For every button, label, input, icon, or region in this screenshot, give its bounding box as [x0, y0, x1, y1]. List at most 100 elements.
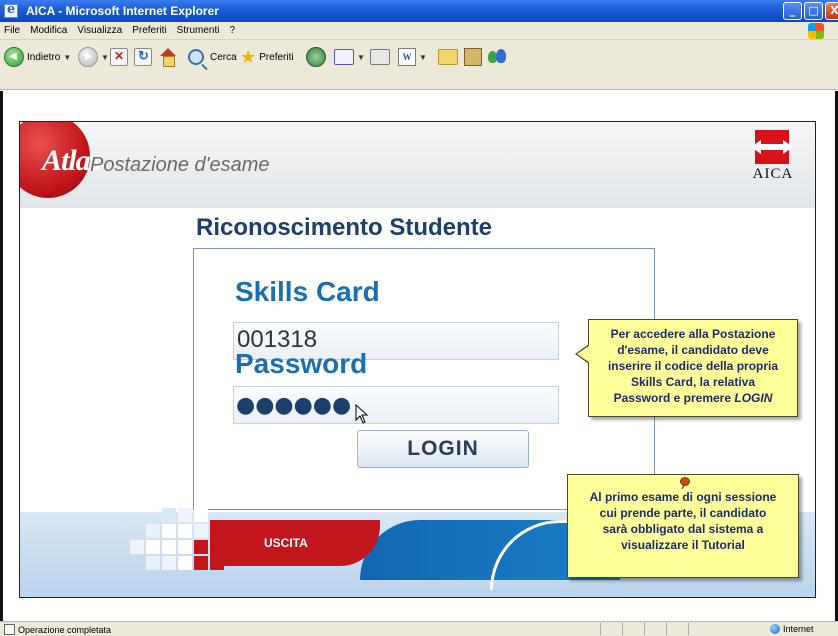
status-separator — [644, 623, 666, 635]
research-button[interactable] — [464, 44, 482, 70]
star-icon: ★ — [240, 47, 257, 67]
menu-modifica[interactable]: Modifica — [30, 25, 67, 36]
login-hint-line: Password e premere — [613, 391, 732, 405]
forward-arrow-icon — [78, 47, 98, 67]
ie-app-icon — [4, 2, 18, 18]
favorites-label: Preferiti — [259, 51, 294, 63]
chevron-down-icon: ▼ — [419, 52, 427, 62]
skills-card-label: Skills Card — [235, 276, 380, 307]
chevron-down-icon: ▼ — [357, 52, 365, 62]
mail-button[interactable]: ▼ — [334, 44, 365, 70]
research-icon — [464, 48, 482, 66]
home-button[interactable] — [158, 44, 178, 70]
mosaic-tile — [162, 540, 176, 554]
viewport-left-border — [0, 91, 3, 621]
print-button[interactable] — [370, 44, 390, 70]
stop-button[interactable] — [110, 44, 128, 70]
mosaic-tile — [162, 556, 176, 570]
aica-arrow-icon — [751, 140, 793, 154]
password-masked-value: ●●●●●● — [236, 393, 352, 418]
messenger-button[interactable] — [488, 44, 508, 70]
status-separator — [600, 623, 622, 635]
tutorial-hint-line: sarà obbligato dal sistema a — [602, 522, 764, 536]
media-icon — [306, 47, 326, 67]
search-button[interactable]: Cerca — [188, 44, 237, 70]
folder-icon — [438, 49, 458, 65]
edit-word-button[interactable]: W ▼ — [398, 44, 427, 70]
tutorial-hint-line: Al primo esame di ogni sessione — [589, 490, 777, 504]
browser-toolbar: Indietro ▼ ▼ Cerca ★ Preferiti ▼ W ▼ — [0, 40, 838, 90]
status-separator — [666, 623, 688, 635]
mosaic-tile — [178, 508, 192, 522]
globe-icon — [770, 624, 780, 634]
search-label: Cerca — [210, 51, 237, 63]
mosaic-tile — [130, 540, 144, 554]
menu-preferiti[interactable]: Preferiti — [132, 25, 166, 36]
login-hint-line: d'esame, il candidato deve — [617, 343, 769, 357]
stop-icon — [110, 48, 128, 66]
menu-visualizza[interactable]: Visualizza — [77, 25, 122, 36]
folder-button[interactable] — [438, 44, 458, 70]
menu-strumenti[interactable]: Strumenti — [177, 25, 220, 36]
print-icon — [370, 49, 390, 65]
mosaic-tile — [146, 540, 160, 554]
mosaic-tile — [194, 556, 208, 570]
login-hint-line: Per accedere alla Postazione — [610, 327, 776, 341]
status-bar: Operazione completata Internet — [0, 621, 838, 636]
minimize-button[interactable]: _ — [783, 2, 802, 20]
menu-bar: File Modifica Visualizza Preferiti Strum… — [0, 22, 838, 40]
page-icon — [4, 624, 15, 635]
close-button[interactable]: X — [825, 2, 838, 20]
status-separator — [622, 623, 644, 635]
login-hint-emphasis: LOGIN — [734, 391, 773, 405]
password-input[interactable]: ●●●●●● — [233, 386, 559, 424]
back-button[interactable]: Indietro ▼ — [4, 44, 71, 70]
login-hint-callout: Per accedere alla Postazione d'esame, il… — [575, 319, 798, 417]
aica-logo: AICA — [749, 130, 797, 190]
home-icon — [158, 48, 178, 67]
login-hint-line: Skills Card, la relativa — [630, 375, 756, 389]
tutorial-hint-line: cui prende parte, il candidato — [599, 506, 767, 520]
status-separators — [600, 623, 710, 635]
mosaic-tile — [162, 524, 176, 538]
forward-button[interactable]: ▼ — [78, 44, 109, 70]
mosaic-tile — [146, 556, 160, 570]
mosaic-tile — [194, 508, 208, 522]
window-controls: _ □ X — [783, 2, 838, 20]
chevron-down-icon: ▼ — [101, 52, 109, 62]
status-separator — [688, 623, 710, 635]
app-header: Atlas Postazione d'esame AICA — [20, 122, 815, 208]
word-icon: W — [398, 48, 416, 66]
mosaic-tile — [194, 540, 208, 554]
callout-tail — [575, 344, 590, 364]
chevron-down-icon: ▼ — [63, 52, 72, 62]
login-hint-line-last: Password e premere LOGIN — [597, 390, 789, 406]
mosaic-tile — [194, 524, 208, 538]
window-title: AICA - Microsoft Internet Explorer — [26, 4, 219, 18]
mosaic-tile — [178, 540, 192, 554]
security-zone: Internet — [770, 624, 814, 634]
favorites-button[interactable]: ★ Preferiti — [240, 44, 294, 70]
exit-button[interactable]: USCITA — [210, 520, 380, 566]
password-label: Password — [235, 348, 368, 379]
zone-text: Internet — [783, 624, 814, 634]
page-title: Riconoscimento Studente — [196, 214, 493, 241]
maximize-button[interactable]: □ — [804, 2, 823, 20]
mosaic-tile — [178, 556, 192, 570]
login-hint-line: inserire il codice della propria — [607, 359, 779, 373]
mail-icon — [334, 49, 354, 65]
pin-icon — [680, 477, 690, 489]
status-text: Operazione completata — [18, 624, 112, 635]
login-button[interactable]: LOGIN — [357, 430, 529, 468]
menu-file[interactable]: File — [4, 25, 20, 36]
refresh-icon — [134, 48, 152, 66]
messenger-icon — [488, 48, 508, 66]
search-icon — [188, 49, 204, 65]
menu-help[interactable]: ? — [229, 25, 235, 36]
media-button[interactable] — [306, 44, 326, 70]
refresh-button[interactable] — [134, 44, 152, 70]
mosaic-tile — [146, 524, 160, 538]
mouse-pointer-icon — [355, 404, 369, 424]
brand-subtitle: Postazione d'esame — [90, 154, 270, 176]
mosaic-tile — [162, 508, 176, 522]
